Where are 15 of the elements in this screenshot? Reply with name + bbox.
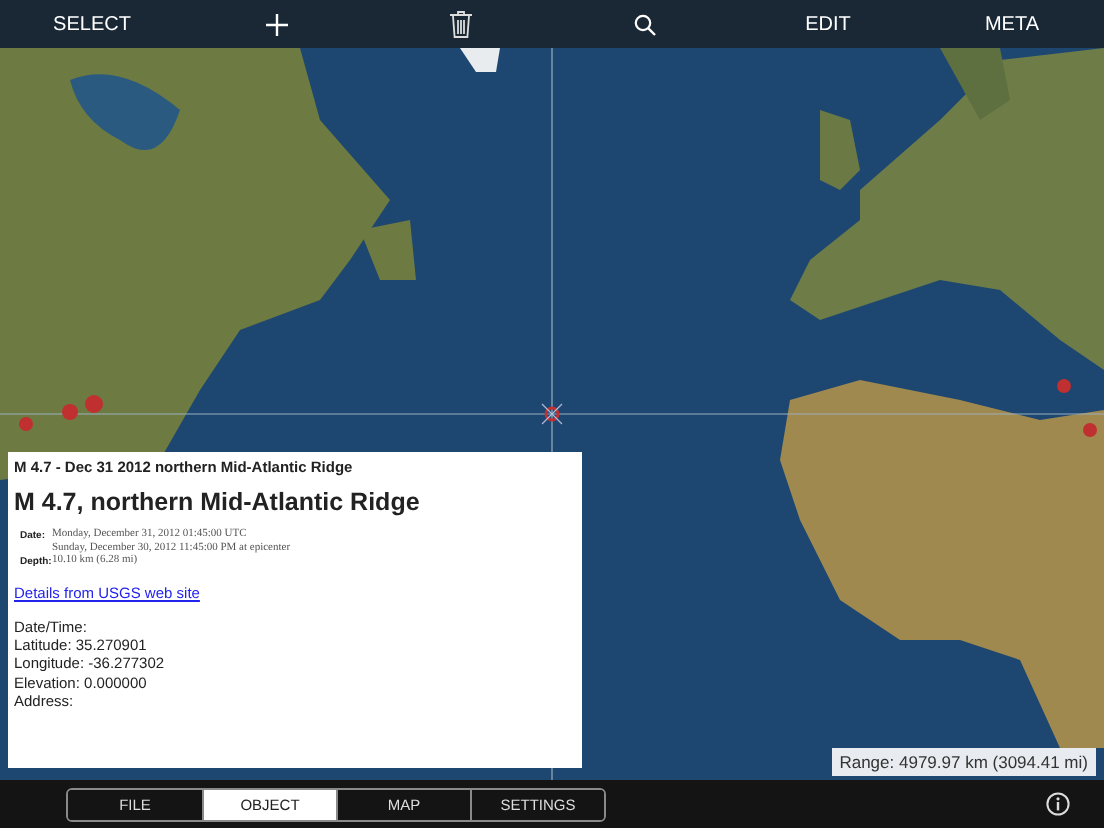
- search-icon: [633, 13, 655, 35]
- earthquake-dot[interactable]: [85, 395, 103, 413]
- meta-button[interactable]: META: [976, 9, 1048, 39]
- epicenter-marker: [541, 403, 563, 425]
- trash-icon: [449, 10, 471, 38]
- earthquake-dot[interactable]: [1083, 423, 1097, 437]
- event-title: M 4.7, northern Mid-Atlantic Ridge: [14, 488, 422, 516]
- info-icon[interactable]: [1046, 792, 1070, 816]
- earthquake-dot[interactable]: [1057, 379, 1071, 393]
- earthquake-dot[interactable]: [62, 404, 78, 420]
- earthquake-dot[interactable]: [19, 417, 33, 431]
- plus-icon: [265, 13, 287, 35]
- edit-button[interactable]: EDIT: [797, 9, 859, 39]
- range-tooltip: Range: 4979.97 km (3094.41 mi): [831, 748, 1096, 776]
- select-button[interactable]: SELECT: [45, 9, 139, 39]
